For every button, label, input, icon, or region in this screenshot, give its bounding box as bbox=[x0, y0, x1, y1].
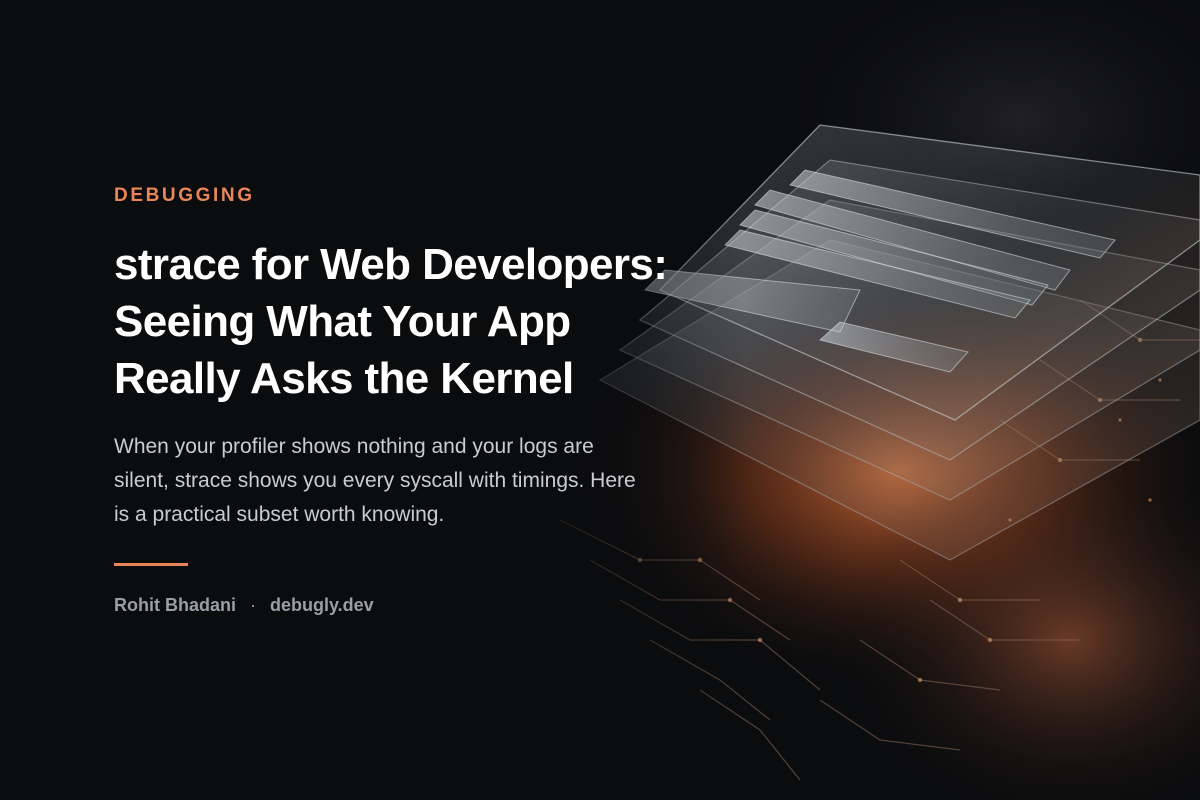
byline: Rohit Bhadani · debugly.dev bbox=[114, 594, 374, 616]
title-line: Really Asks the Kernel bbox=[114, 354, 574, 403]
byline-separator: · bbox=[250, 595, 256, 615]
title-line: strace for Web Developers: bbox=[114, 240, 668, 289]
hero-card: DEBUGGING strace for Web Developers: See… bbox=[0, 0, 1200, 800]
author-name: Rohit Bhadani bbox=[114, 595, 236, 615]
dek-line: is a practical subset worth knowing. bbox=[114, 503, 445, 526]
dek-line: When your profiler shows nothing and you… bbox=[114, 435, 594, 458]
article-dek: When your profiler shows nothing and you… bbox=[114, 430, 754, 532]
category-label: DEBUGGING bbox=[114, 185, 255, 206]
site-name: debugly.dev bbox=[270, 595, 374, 615]
article-header: DEBUGGING strace for Web Developers: See… bbox=[114, 0, 754, 800]
accent-divider bbox=[114, 563, 188, 566]
title-line: Seeing What Your App bbox=[114, 297, 571, 346]
article-title: strace for Web Developers: Seeing What Y… bbox=[114, 236, 754, 407]
dek-line: silent, strace shows you every syscall w… bbox=[114, 469, 636, 492]
